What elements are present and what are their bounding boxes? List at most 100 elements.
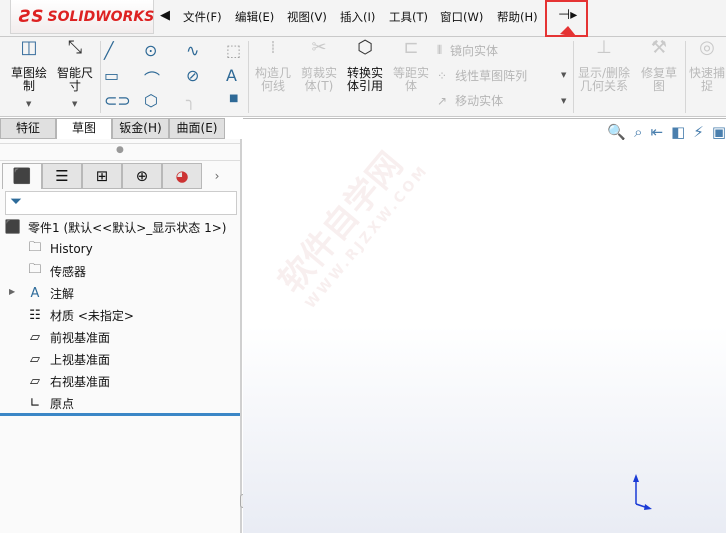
collapse-menu-arrow-icon[interactable]: ◀ — [160, 8, 170, 23]
move-icon: ↗ — [437, 93, 448, 108]
dynamic-annotation-icon[interactable]: ⚡ — [693, 123, 704, 141]
coordinate-triad-icon — [633, 474, 652, 510]
tree-label: 上视基准面 — [50, 352, 111, 367]
sketch-icon: ◫ — [20, 37, 38, 58]
convert-label: 转换实体引用 — [346, 66, 383, 93]
spline-icon[interactable]: ∿ — [186, 41, 199, 60]
fillet-icon[interactable]: ╮ — [186, 91, 196, 110]
move-entities-button[interactable]: ↗ 移动实体 — [437, 92, 503, 109]
chevron-right-icon[interactable]: › — [202, 163, 232, 189]
command-tabs: 特征 草图 钣金(H) 曲面(E) — [0, 118, 242, 139]
text-icon[interactable]: A — [226, 66, 237, 85]
offset-button[interactable]: ⊏ 等距实体 — [390, 39, 432, 93]
ellipse-icon[interactable]: ⊘ — [186, 66, 199, 85]
menu-window[interactable]: 窗口(W) — [440, 9, 483, 25]
linear-pattern-button[interactable]: ⁘ 线性草图阵列 — [437, 67, 527, 84]
trim-button[interactable]: ✂ 剪裁实体(T) — [298, 37, 340, 93]
plane-icon: ▱ — [30, 351, 40, 367]
repair-sketch-button[interactable]: ⚒ 修复草图 — [638, 37, 680, 93]
part-icon: ⬛ — [4, 219, 22, 235]
tree-item-origin[interactable]: ∟ 原点 — [26, 393, 74, 413]
history-folder-icon: 🗀 — [28, 240, 42, 255]
tree-label: 原点 — [50, 396, 75, 411]
zoom-to-fit-icon[interactable]: 🔍 — [607, 123, 626, 141]
menu-edit[interactable]: 编辑(E) — [235, 9, 274, 25]
menu-help[interactable]: 帮助(H) — [497, 9, 538, 25]
quick-snap-icon: ◎ — [699, 41, 715, 58]
mirror-button[interactable]: ⫴ 镜向实体 — [437, 42, 498, 59]
repair-icon: ⚒ — [650, 37, 668, 58]
tree-item-material[interactable]: ☷ 材质 <未指定> — [26, 305, 134, 325]
display-manager-tab-icon[interactable]: ◕ — [162, 163, 202, 189]
tree-label: 前视基准面 — [50, 330, 111, 345]
circle-icon[interactable]: ⊙ — [144, 41, 157, 60]
construction-icon: ⁞ — [270, 37, 276, 58]
panel-grip[interactable]: ● — [0, 143, 240, 161]
tab-surfaces[interactable]: 曲面(E) — [169, 118, 225, 139]
section-view-icon[interactable]: ◧ — [671, 123, 685, 141]
relations-label: 显示/删除几何关系 — [577, 66, 631, 93]
dimxpert-tab-icon[interactable]: ⊕ — [122, 163, 162, 189]
convert-icon: ⬡ — [357, 37, 373, 58]
convert-entities-button[interactable]: ⬡ 转换实体引用 — [344, 37, 386, 93]
tree-item-annotations[interactable]: A 注解 — [26, 283, 74, 303]
trim-icon: ✂ — [311, 37, 327, 58]
previous-view-icon[interactable]: ⇤ — [651, 123, 664, 141]
trim-label: 剪裁实体(T) — [300, 66, 337, 93]
arc-icon[interactable]: ⌒ — [144, 66, 160, 90]
solidworks-logo[interactable]: ƧS SOLIDWORKS — [10, 0, 154, 34]
expand-arrow-icon[interactable]: ▶ — [9, 287, 15, 296]
tree-item-front-plane[interactable]: ▱ 前视基准面 — [26, 327, 110, 347]
relations-button[interactable]: ⊥ 显示/删除几何关系 — [576, 39, 632, 93]
zoom-to-area-icon[interactable]: ⌕ — [634, 123, 642, 141]
sensors-folder-icon: 🗀 — [28, 262, 42, 277]
tree-item-history[interactable]: 🗀 History — [26, 239, 92, 259]
offset-label: 等距实体 — [392, 66, 429, 93]
quick-snap-label: 快速捕捉 — [688, 66, 725, 93]
tree-label: 右视基准面 — [50, 374, 111, 389]
construction-geometry-button[interactable]: ⁞ 构造几何线 — [252, 37, 294, 93]
filter-icon: ⏷ — [10, 192, 23, 210]
tab-sketch[interactable]: 草图 — [56, 118, 112, 139]
graphics-area[interactable]: 🔍 ⌕ ⇤ ◧ ⚡ ▣ — [243, 118, 726, 533]
menu-insert[interactable]: 插入(I) — [340, 9, 375, 25]
menu-file[interactable]: 文件(F) — [183, 9, 222, 25]
rectangle-icon[interactable]: ▭ — [104, 66, 119, 85]
tree-root-part[interactable]: ⬛ 零件1 (默认<<默认>_显示状态 1>) — [4, 217, 227, 237]
smart-dimension-button[interactable]: ⤡ 智能尺寸 — [54, 37, 96, 93]
sketch-picture-icon[interactable]: ⬚ — [226, 41, 241, 60]
menu-tools[interactable]: 工具(T) — [389, 9, 428, 25]
property-manager-tab-icon[interactable]: ☰ — [42, 163, 82, 189]
tree-item-sensors[interactable]: 🗀 传感器 — [26, 261, 86, 281]
sketch-label: 草图绘制 — [10, 66, 47, 93]
tree-item-top-plane[interactable]: ▱ 上视基准面 — [26, 349, 110, 369]
plane-icon: ▱ — [30, 329, 40, 345]
title-bar: ƧS SOLIDWORKS ◀ 文件(F) 编辑(E) 视图(V) 插入(I) 工… — [0, 0, 726, 56]
pin-menu-icon[interactable]: ⊣▸ — [558, 7, 577, 23]
tree-item-right-plane[interactable]: ▱ 右视基准面 — [26, 371, 110, 391]
command-manager: ◫ 草图绘制 ⤡ 智能尺寸 ▼ ▼ ╱ ⊙ ∿ ⬚ ▭ ⌒ ⊘ A ⊂⊃ ⬡ ╮ ■ … — [0, 37, 726, 117]
polygon-icon[interactable]: ⬡ — [144, 91, 158, 110]
construction-label: 构造几何线 — [254, 66, 291, 93]
material-icon: ☷ — [29, 307, 41, 323]
tab-sheet-metal[interactable]: 钣金(H) — [112, 118, 169, 139]
filter-bar[interactable]: ⏷ — [5, 191, 237, 215]
rollback-bar[interactable] — [0, 413, 240, 416]
feature-manager-panel: ● ⬛ ☰ ⊞ ⊕ ◕ › ⏷ ⬛ 零件1 (默认<<默认>_显示状态 1>) 🗀… — [0, 139, 246, 533]
feature-tree-tab-icon[interactable]: ⬛ — [2, 163, 42, 189]
smart-dimension-label: 智能尺寸 — [56, 66, 93, 93]
tree-label: 注解 — [50, 286, 75, 301]
sketch-button[interactable]: ◫ 草图绘制 — [8, 37, 50, 93]
point-icon[interactable]: ■ — [229, 93, 238, 104]
smart-dimension-icon: ⤡ — [67, 37, 83, 58]
slot-icon[interactable]: ⊂⊃ — [104, 91, 131, 110]
tree-label: 材质 <未指定> — [50, 308, 134, 323]
configuration-manager-tab-icon[interactable]: ⊞ — [82, 163, 122, 189]
tab-features[interactable]: 特征 — [0, 118, 56, 139]
menu-view[interactable]: 视图(V) — [287, 9, 327, 25]
plane-icon: ▱ — [30, 373, 40, 389]
view-orientation-icon[interactable]: ▣ — [712, 123, 726, 141]
line-icon[interactable]: ╱ — [104, 41, 114, 60]
quick-snap-button[interactable]: ◎ 快速捕捉 — [688, 41, 726, 93]
tree-label: 零件1 (默认<<默认>_显示状态 1>) — [28, 220, 227, 235]
